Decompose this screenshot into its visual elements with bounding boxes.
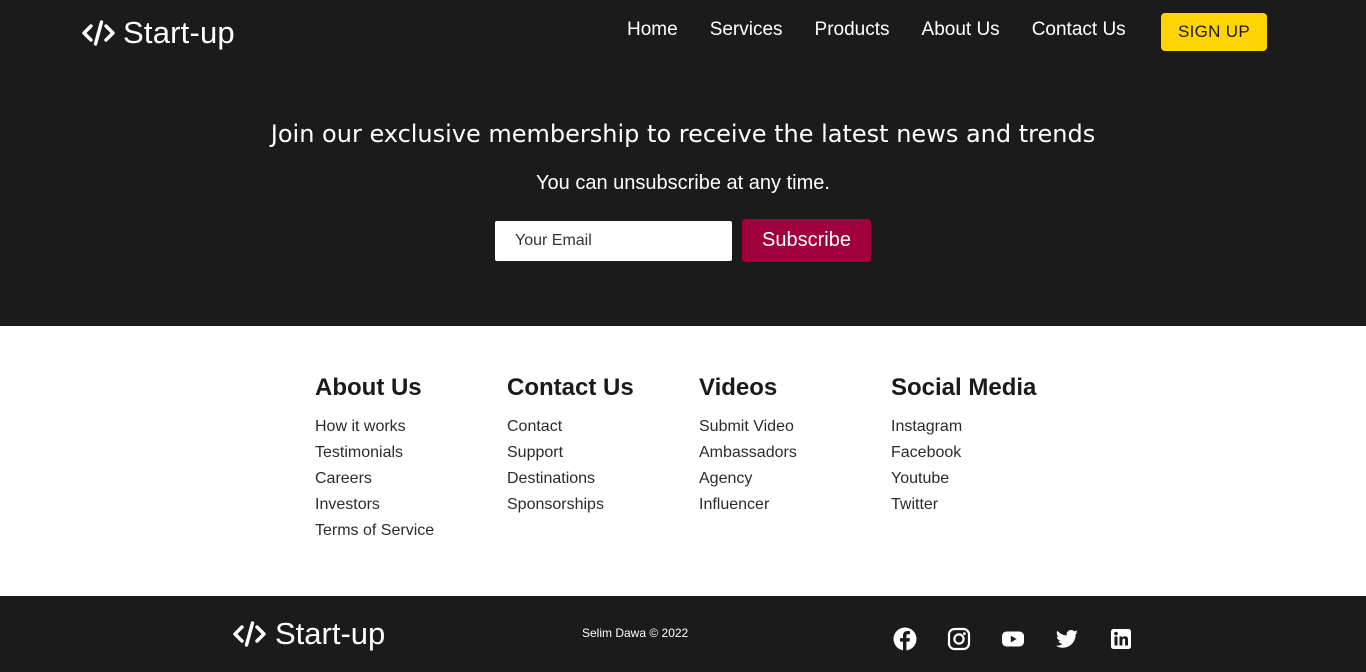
brand-logo-link[interactable]: Start-up [82,14,235,52]
link-submit-video[interactable]: Submit Video [699,418,794,435]
link-contact[interactable]: Contact [507,418,562,435]
link-column-videos: Videos Submit Video Ambassadors Agency I… [699,374,797,518]
sign-up-button[interactable]: SIGN UP [1161,13,1267,51]
column-title: Contact Us [507,374,634,401]
instagram-icon[interactable] [946,626,972,652]
youtube-icon[interactable] [1000,626,1026,652]
nav-services[interactable]: Services [710,18,783,42]
navbar: Start-up Home Services Products About Us… [0,0,1366,72]
link-destinations[interactable]: Destinations [507,470,595,487]
subscribe-subheading: You can unsubscribe at any time. [536,172,830,194]
nav-products[interactable]: Products [815,18,890,42]
code-icon [233,621,266,647]
link-investors[interactable]: Investors [315,496,380,513]
nav-home[interactable]: Home [627,18,678,42]
main-nav: Home Services Products About Us Contact … [627,18,1126,42]
link-column-about-us: About Us How it works Testimonials Caree… [315,374,434,544]
subscribe-section: Join our exclusive membership to receive… [0,72,1366,326]
nav-contact-us[interactable]: Contact Us [1032,18,1126,42]
link-column-social-media: Social Media Instagram Facebook Youtube … [891,374,1036,518]
brand-name: Start-up [123,15,235,50]
link-agency[interactable]: Agency [699,470,752,487]
social-icons [892,626,1134,652]
footer-links-section: About Us How it works Testimonials Caree… [0,326,1366,596]
footer: Start-up Selim Dawa © 2022 [0,596,1366,672]
link-youtube[interactable]: Youtube [891,470,949,487]
link-support[interactable]: Support [507,444,563,461]
link-careers[interactable]: Careers [315,470,372,487]
copyright-text: Selim Dawa © 2022 [582,626,689,640]
column-title: Social Media [891,374,1037,401]
link-column-contact-us: Contact Us Contact Support Destinations … [507,374,634,518]
link-terms-of-service[interactable]: Terms of Service [315,522,434,539]
link-facebook[interactable]: Facebook [891,444,961,461]
link-twitter[interactable]: Twitter [891,496,938,513]
link-sponsorships[interactable]: Sponsorships [507,496,604,513]
column-title: Videos [699,374,778,401]
twitter-icon[interactable] [1054,626,1080,652]
link-ambassadors[interactable]: Ambassadors [699,444,797,461]
column-title: About Us [315,374,422,401]
link-testimonials[interactable]: Testimonials [315,444,403,461]
link-influencer[interactable]: Influencer [699,496,769,513]
footer-brand-name: Start-up [275,616,386,651]
footer-brand-logo-link[interactable]: Start-up [233,614,385,654]
link-instagram[interactable]: Instagram [891,418,962,435]
linkedin-icon[interactable] [1108,626,1134,652]
nav-about-us[interactable]: About Us [922,18,1000,42]
email-input[interactable] [495,221,732,261]
subscribe-heading: Join our exclusive membership to receive… [270,120,1096,148]
subscribe-button[interactable]: Subscribe [742,219,871,262]
link-how-it-works[interactable]: How it works [315,418,406,435]
facebook-icon[interactable] [892,626,918,652]
code-icon [82,20,115,46]
